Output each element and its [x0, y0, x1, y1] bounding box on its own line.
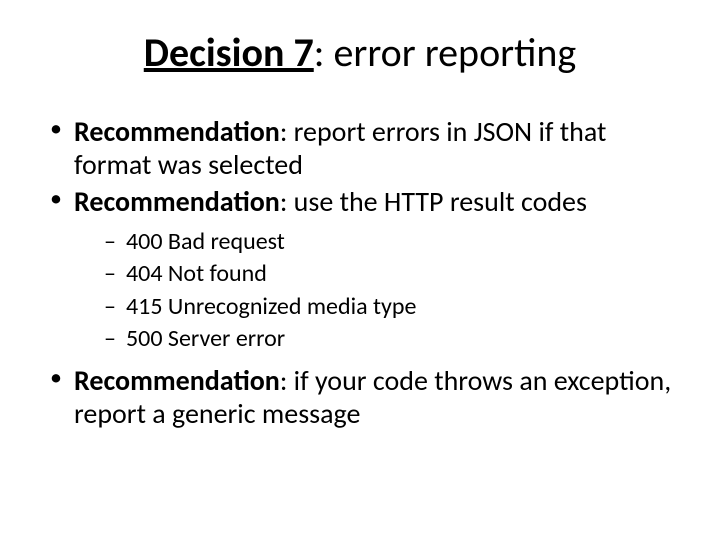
sub-item: 400 Bad request — [104, 226, 680, 258]
item-label: Recommendation — [74, 184, 280, 219]
sub-list: 400 Bad request 404 Not found 415 Unreco… — [74, 226, 680, 356]
bullet-list: Recommendation: report errors in JSON if… — [40, 115, 680, 430]
slide-title: Decision 7: error reporting — [40, 28, 680, 77]
item-text: : use the HTTP result codes — [280, 184, 587, 219]
title-rest: : error reporting — [314, 28, 576, 77]
list-item: Recommendation: report errors in JSON if… — [48, 115, 680, 181]
list-item: Recommendation: if your code throws an e… — [48, 364, 680, 430]
sub-item: 404 Not found — [104, 258, 680, 290]
item-label: Recommendation — [74, 114, 280, 149]
title-strong: Decision 7 — [144, 28, 314, 77]
item-label: Recommendation — [74, 363, 280, 398]
list-item: Recommendation: use the HTTP result code… — [48, 185, 680, 356]
sub-item: 500 Server error — [104, 323, 680, 355]
sub-item: 415 Unrecognized media type — [104, 291, 680, 323]
